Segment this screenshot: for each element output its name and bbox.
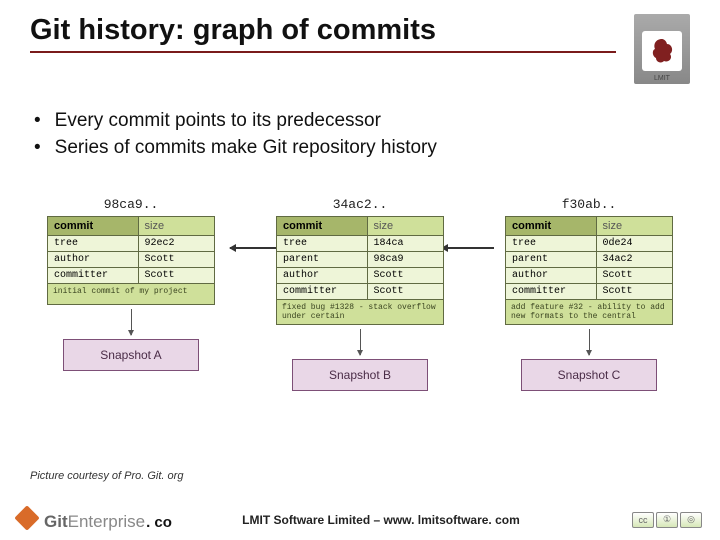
commit-column: 34ac2.. commitsize tree184ca parent98ca9… <box>265 197 455 391</box>
commit-box: commitsize tree184ca parent98ca9 authorS… <box>276 216 444 325</box>
bullet-item: Every commit points to its predecessor <box>30 110 690 132</box>
slide-title: Git history: graph of commits <box>30 14 616 53</box>
commit-column: 98ca9.. commitsize tree92ec2 authorScott… <box>36 197 226 391</box>
commit-message: initial commit of my project <box>48 284 214 304</box>
snapshot-box: Snapshot C <box>521 359 657 391</box>
commit-hash: 34ac2.. <box>333 197 388 212</box>
cc-license-icon: cc①◎ <box>630 512 702 528</box>
commit-message: add feature #32 - ability to add new for… <box>506 300 672 324</box>
commit-box: commitsize tree0de24 parent34ac2 authorS… <box>505 216 673 325</box>
tree-arrow <box>131 309 132 335</box>
commit-message: fixed bug #1328 - stack overflow under c… <box>277 300 443 324</box>
commit-hash: f30ab.. <box>562 197 617 212</box>
git-logo-icon <box>14 505 39 530</box>
commit-graph-diagram: 98ca9.. commitsize tree92ec2 authorScott… <box>30 197 690 391</box>
footer-copyright: LMIT Software Limited – www. lmitsoftwar… <box>132 513 630 527</box>
commit-hash: 98ca9.. <box>104 197 159 212</box>
lmit-logo: LMIT <box>634 14 690 84</box>
image-credit: Picture courtesy of Pro. Git. org <box>30 470 183 482</box>
snapshot-box: Snapshot A <box>63 339 199 371</box>
commit-column: f30ab.. commitsize tree0de24 parent34ac2… <box>494 197 684 391</box>
snapshot-box: Snapshot B <box>292 359 428 391</box>
commit-box: commitsize tree92ec2 authorScott committ… <box>47 216 215 305</box>
bullet-list: Every commit points to its predecessor S… <box>30 110 690 159</box>
tree-arrow <box>589 329 590 355</box>
slide-footer: GitEnterprise . co LMIT Software Limited… <box>0 507 720 532</box>
bullet-item: Series of commits make Git repository hi… <box>30 137 690 159</box>
tree-arrow <box>360 329 361 355</box>
